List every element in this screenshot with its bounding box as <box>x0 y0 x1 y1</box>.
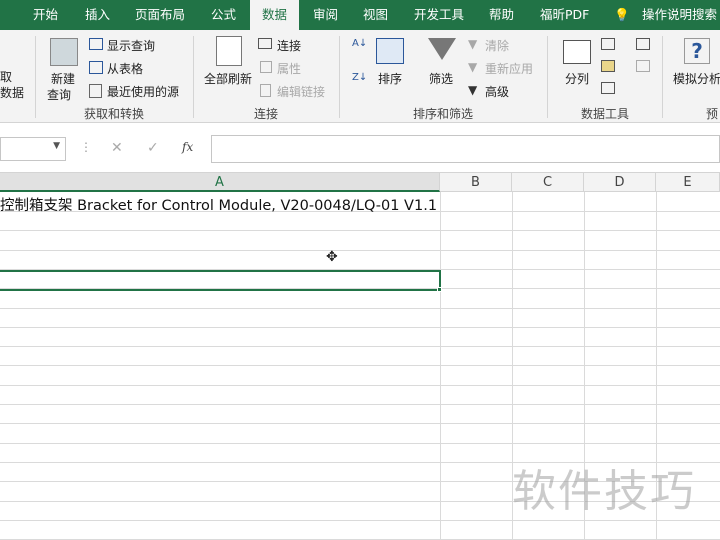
row-gridline <box>0 519 720 521</box>
tab-insert[interactable]: 插入 <box>85 0 110 30</box>
what-if-analysis-button[interactable]: 模拟分析 <box>673 70 720 87</box>
sort-button[interactable]: 排序 <box>378 70 402 87</box>
from-table-icon <box>89 61 103 74</box>
group-connections: 连接 <box>254 107 279 121</box>
ribbon-data: 取 数据 新建 查询 显示查询 从表格 最近使用的源 获取和转换 全部刷新 连接… <box>0 30 720 123</box>
chevron-down-icon[interactable]: ▼ <box>53 141 60 151</box>
advanced-filter-button[interactable]: 高级 <box>485 83 509 100</box>
column-gridline <box>440 192 441 540</box>
more-icon: ⋮ <box>80 140 92 154</box>
row-gridline <box>0 326 720 328</box>
lightbulb-icon: 💡 <box>614 7 630 22</box>
recent-sources-button[interactable]: 最近使用的源 <box>107 83 179 100</box>
filter-icon <box>428 38 456 60</box>
edit-links-icon <box>260 84 271 97</box>
row-gridline <box>0 230 720 232</box>
get-data-button[interactable]: 取 <box>0 68 12 85</box>
tab-formulas[interactable]: 公式 <box>211 0 236 30</box>
row-gridline <box>0 346 720 348</box>
ribbon-tabs: 开始 插入 页面布局 公式 数据 审阅 视图 开发工具 帮助 福昕PDF 💡 操… <box>0 0 720 30</box>
new-query-label[interactable]: 查询 <box>47 86 71 103</box>
recent-sources-icon <box>89 84 102 98</box>
properties-button[interactable]: 属性 <box>277 60 301 77</box>
data-validation-icon[interactable] <box>601 82 615 94</box>
row-gridline <box>0 423 720 425</box>
row-gridline <box>0 404 720 405</box>
flash-fill-icon[interactable] <box>601 38 615 50</box>
from-table-button[interactable]: 从表格 <box>107 60 143 77</box>
clear-button[interactable]: 清除 <box>485 37 509 54</box>
what-if-icon: ? <box>684 38 710 64</box>
sort-icon <box>376 38 404 64</box>
active-cell-selection[interactable] <box>0 270 441 291</box>
properties-icon <box>260 61 272 73</box>
tab-help[interactable]: 帮助 <box>489 0 514 30</box>
column-header-c[interactable]: C <box>512 173 584 192</box>
connections-button[interactable]: 连接 <box>277 37 301 54</box>
sort-asc-button[interactable]: A↓ <box>352 38 367 49</box>
remove-duplicates-icon[interactable] <box>601 60 615 72</box>
column-header-e[interactable]: E <box>656 173 720 192</box>
enter-icon[interactable]: ✓ <box>147 140 159 156</box>
group-data-tools: 数据工具 <box>581 107 630 121</box>
group-sort-filter: 排序和筛选 <box>413 107 474 121</box>
row-gridline <box>0 307 720 309</box>
text-to-columns-icon <box>563 40 591 64</box>
refresh-all-button[interactable]: 全部刷新 <box>204 70 252 87</box>
connections-icon <box>258 38 272 49</box>
edit-links-button[interactable]: 编辑链接 <box>277 83 325 100</box>
get-data-label[interactable]: 数据 <box>0 84 24 101</box>
tab-data[interactable]: 数据 <box>250 0 300 30</box>
group-get-transform: 获取和转换 <box>84 107 145 121</box>
insert-function-icon[interactable]: fx <box>182 140 193 154</box>
sort-desc-button[interactable]: Z↓ <box>352 72 367 83</box>
show-queries-button[interactable]: 显示查询 <box>107 37 155 54</box>
tab-page-layout[interactable]: 页面布局 <box>135 0 185 30</box>
advanced-filter-icon: ▼ <box>468 83 478 97</box>
formula-input[interactable] <box>211 135 720 163</box>
group-forecast: 预 <box>706 107 719 121</box>
tab-view[interactable]: 视图 <box>363 0 388 30</box>
refresh-all-icon <box>216 36 242 66</box>
row-gridline <box>0 365 720 367</box>
watermark: 软件技巧 <box>512 466 696 517</box>
row-gridline <box>0 384 720 386</box>
show-queries-icon <box>89 38 103 50</box>
text-to-columns-button[interactable]: 分列 <box>565 70 589 87</box>
new-query-button[interactable]: 新建 <box>51 70 75 87</box>
formula-bar: ▼ ⋮ ✕ ✓ fx <box>0 123 720 173</box>
new-query-icon <box>50 38 78 66</box>
consolidate-icon[interactable] <box>636 38 650 50</box>
cell-a1[interactable]: 控制箱支架 Bracket for Control Module, V20-00… <box>0 194 437 215</box>
tab-developer[interactable]: 开发工具 <box>414 0 464 30</box>
tab-review[interactable]: 审阅 <box>313 0 338 30</box>
filter-button[interactable]: 筛选 <box>429 70 453 87</box>
cell-cursor-icon: ✥ <box>326 249 338 265</box>
name-box[interactable]: ▼ <box>0 137 66 161</box>
reapply-button[interactable]: 重新应用 <box>485 60 533 77</box>
relationships-icon[interactable] <box>636 60 650 72</box>
clear-icon: ▼ <box>468 37 478 51</box>
row-gridline <box>0 249 720 251</box>
row-gridline <box>0 442 720 444</box>
column-header-b[interactable]: B <box>440 173 512 192</box>
column-header-d[interactable]: D <box>584 173 656 192</box>
cancel-icon[interactable]: ✕ <box>111 140 123 156</box>
column-header-a[interactable]: A <box>0 173 440 192</box>
reapply-icon: ▼ <box>468 60 478 74</box>
fill-handle[interactable] <box>437 287 442 292</box>
tab-foxit-pdf[interactable]: 福昕PDF <box>540 0 589 30</box>
tab-home[interactable]: 开始 <box>33 0 58 30</box>
tell-me-search[interactable]: 操作说明搜索 <box>642 0 717 30</box>
